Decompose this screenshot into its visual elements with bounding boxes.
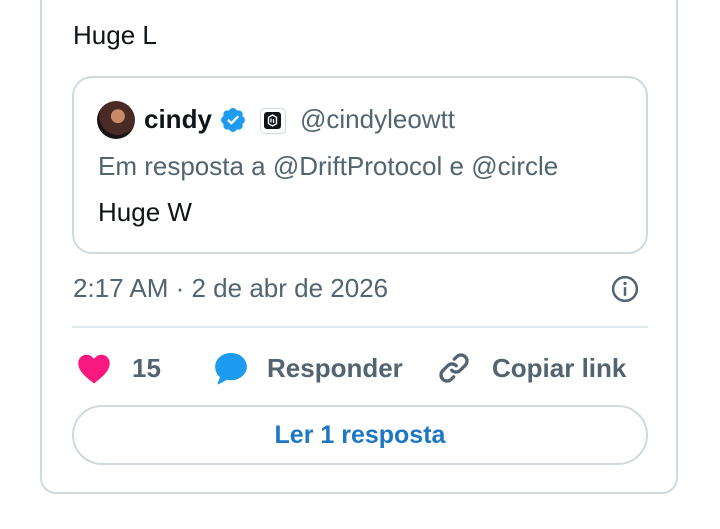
quoted-tweet-text: Huge W — [98, 197, 192, 227]
author-name[interactable]: cindy — [144, 104, 212, 134]
read-replies-button[interactable]: Ler 1 resposta — [72, 405, 648, 465]
tweet-timestamp[interactable]: 2:17 AM · 2 de abr de 2026 — [73, 272, 388, 304]
like-count: 15 — [132, 353, 161, 383]
info-icon[interactable] — [610, 274, 640, 304]
author-handle[interactable]: @cindyleowtt — [300, 104, 455, 134]
divider — [72, 326, 648, 328]
heart-icon — [78, 354, 110, 384]
hexagon-logo-icon — [267, 114, 278, 127]
link-icon — [439, 353, 469, 383]
affiliate-logo-icon — [264, 112, 281, 129]
reply-button[interactable]: Responder — [211, 348, 403, 388]
reply-context: Em resposta a @DriftProtocol e @circle — [98, 151, 559, 181]
copy-link-label: Copiar link — [492, 353, 627, 383]
copy-link-button[interactable]: Copiar link — [436, 348, 626, 388]
tweet-text: Huge L — [73, 20, 157, 50]
reply-label: Responder — [267, 353, 403, 383]
affiliate-badge-icon[interactable] — [260, 108, 286, 134]
verified-badge-icon — [221, 108, 245, 132]
speech-bubble-icon — [215, 352, 247, 385]
quoted-tweet[interactable]: cindy @cindyleowtt Em resposta a @DriftP… — [72, 76, 648, 254]
like-button[interactable]: 15 — [76, 348, 161, 388]
avatar[interactable] — [97, 101, 135, 139]
